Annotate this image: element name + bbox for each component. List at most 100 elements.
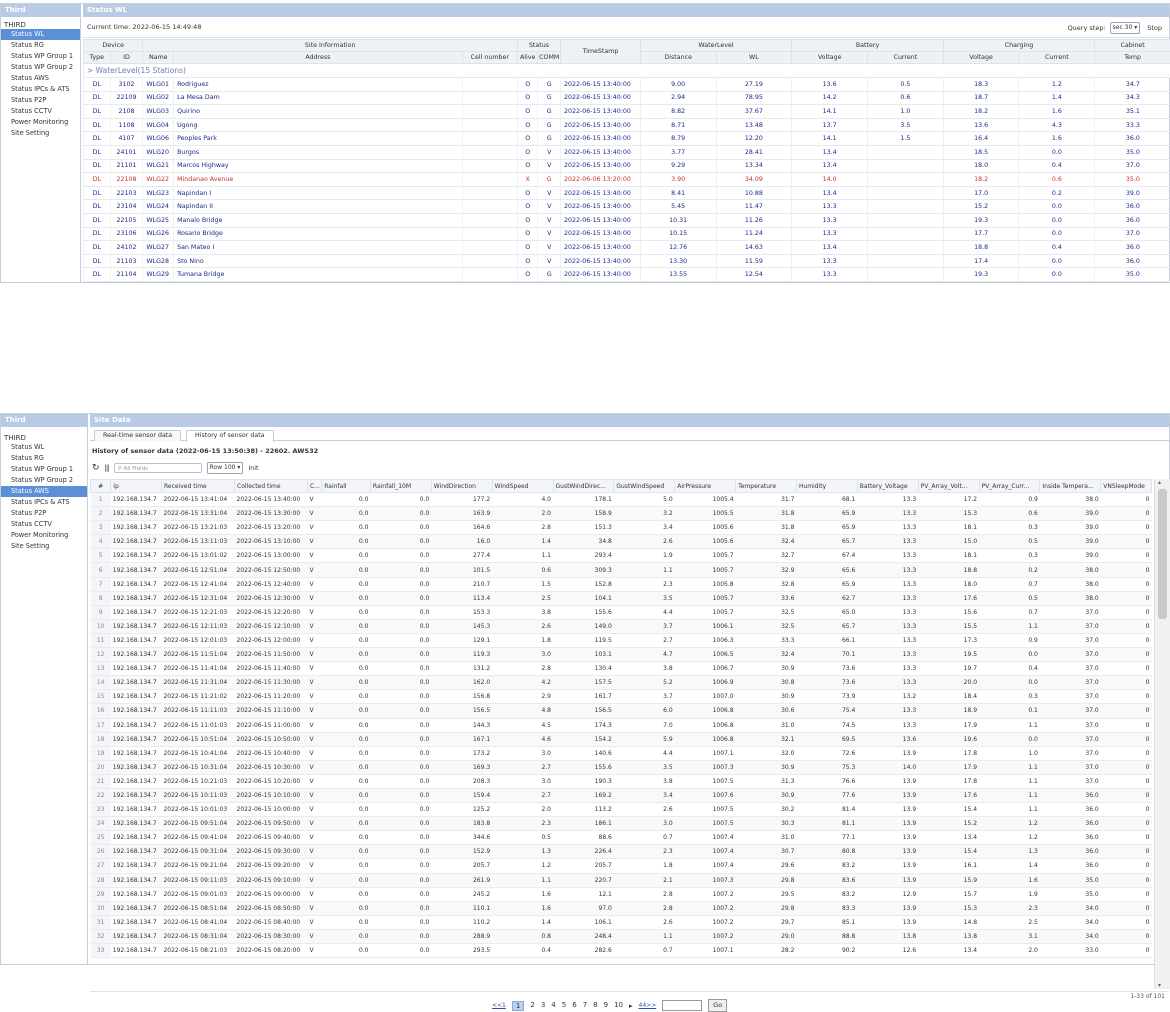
scroll-up-icon[interactable]: ▴ xyxy=(1158,479,1161,486)
column-header[interactable]: ip xyxy=(111,480,162,493)
table-row[interactable]: DL21101WLG21Marcos HighwayOV2022-06-15 1… xyxy=(84,159,1170,173)
table-row[interactable]: 9192.168.134.72022-06-15 12:21:032022-06… xyxy=(91,605,1152,619)
table-row[interactable]: 6192.168.134.72022-06-15 12:51:042022-06… xyxy=(91,563,1152,577)
table-row[interactable]: 23192.168.134.72022-06-15 10:01:032022-0… xyxy=(91,803,1152,817)
sidebar-item-status-cctv[interactable]: Status CCTV xyxy=(1,519,87,530)
column-header[interactable]: # xyxy=(91,480,111,493)
column-header[interactable]: PV_Array_Volt... xyxy=(918,480,979,493)
pager-next[interactable]: ▸ xyxy=(629,1002,633,1010)
column-header[interactable]: Received time xyxy=(161,480,234,493)
page-1[interactable]: 1 xyxy=(512,1001,524,1011)
tab-history[interactable]: History of sensor data xyxy=(186,430,274,442)
table-row[interactable]: 11192.168.134.72022-06-15 12:01:032022-0… xyxy=(91,633,1152,647)
page-8[interactable]: 8 xyxy=(593,1001,597,1011)
table-row[interactable]: 15192.168.134.72022-06-15 11:21:022022-0… xyxy=(91,690,1152,704)
column-header[interactable]: Humidity xyxy=(796,480,857,493)
table-row[interactable]: 13192.168.134.72022-06-15 11:41:042022-0… xyxy=(91,662,1152,676)
table-row[interactable]: 27192.168.134.72022-06-15 09:21:042022-0… xyxy=(91,859,1152,873)
column-header[interactable]: Inside Tempera... xyxy=(1040,480,1101,493)
table-row[interactable]: 28192.168.134.72022-06-15 09:11:032022-0… xyxy=(91,873,1152,887)
table-row[interactable]: DL2108WLG03QuirinoOG2022-06-15 13:40:008… xyxy=(84,105,1170,119)
sidebar-item-status-wl[interactable]: Status WL xyxy=(1,442,87,453)
stop-button[interactable]: Stop xyxy=(1144,24,1165,32)
column-header[interactable]: AirPressure xyxy=(675,480,736,493)
column-header[interactable]: C... xyxy=(308,480,322,493)
sidebar-item-status-ipcs-ats[interactable]: Status IPCs & ATS xyxy=(1,84,80,95)
table-row[interactable]: 31192.168.134.72022-06-15 08:41:042022-0… xyxy=(91,915,1152,929)
sidebar-root[interactable]: THIRD xyxy=(1,17,80,29)
column-header[interactable]: Rainfall xyxy=(322,480,371,493)
table-row[interactable]: 30192.168.134.72022-06-15 08:51:042022-0… xyxy=(91,901,1152,915)
table-row[interactable]: 5192.168.134.72022-06-15 13:01:022022-06… xyxy=(91,549,1152,563)
page-2[interactable]: 2 xyxy=(530,1001,534,1011)
table-row[interactable]: 2192.168.134.72022-06-15 13:31:042022-06… xyxy=(91,507,1152,521)
page-9[interactable]: 9 xyxy=(604,1001,608,1011)
page-6[interactable]: 6 xyxy=(572,1001,576,1011)
sidebar-item-status-aws[interactable]: Status AWS xyxy=(1,73,80,84)
column-header[interactable]: Temperature xyxy=(736,480,797,493)
page-5[interactable]: 5 xyxy=(562,1001,566,1011)
sidebar-item-status-wp-group-1[interactable]: Status WP Group 1 xyxy=(1,464,87,475)
table-row[interactable]: DL21103WLG28Sto NinoOV2022-06-15 13:40:0… xyxy=(84,254,1170,268)
page-10[interactable]: 10 xyxy=(614,1001,623,1011)
group-row[interactable]: > WaterLevel(15 Stations) xyxy=(84,64,1170,78)
table-row[interactable]: DL24102WLG27San Mateo IOV2022-06-15 13:4… xyxy=(84,241,1170,255)
column-header[interactable]: GustWindDirec... xyxy=(553,480,614,493)
table-row[interactable]: DL22105WLG25Manalo BridgeOV2022-06-15 13… xyxy=(84,213,1170,227)
sidebar-item-status-wl[interactable]: Status WL xyxy=(1,29,80,40)
sidebar-item-site-setting[interactable]: Site Setting xyxy=(1,128,80,139)
sidebar-item-power-monitoring[interactable]: Power Monitoring xyxy=(1,117,80,128)
scroll-down-icon[interactable]: ▾ xyxy=(1158,982,1161,989)
sidebar-root[interactable]: THIRD xyxy=(1,427,87,442)
table-row[interactable]: 20192.168.134.72022-06-15 10:31:042022-0… xyxy=(91,760,1152,774)
table-row[interactable]: 16192.168.134.72022-06-15 11:11:032022-0… xyxy=(91,704,1152,718)
table-row[interactable]: 32192.168.134.72022-06-15 08:31:042022-0… xyxy=(91,929,1152,943)
sidebar-item-status-aws[interactable]: Status AWS xyxy=(1,486,87,497)
table-row[interactable]: 7192.168.134.72022-06-15 12:41:042022-06… xyxy=(91,577,1152,591)
column-header[interactable]: WindDirection xyxy=(431,480,492,493)
sidebar-item-status-wp-group-1[interactable]: Status WP Group 1 xyxy=(1,51,80,62)
table-row[interactable]: 14192.168.134.72022-06-15 11:31:042022-0… xyxy=(91,676,1152,690)
row-size-select[interactable]: Row 100 ▾ xyxy=(207,462,244,474)
column-header[interactable]: Rainfall_10M xyxy=(370,480,431,493)
table-row[interactable]: DL22108WLG22Mindanao AvenueXG2022-06-06 … xyxy=(84,173,1170,187)
column-header[interactable]: VNSleepMode xyxy=(1101,480,1152,493)
table-row[interactable]: 21192.168.134.72022-06-15 10:21:032022-0… xyxy=(91,774,1152,788)
table-row[interactable]: DL4107WLG06Peoples ParkOG2022-06-15 13:4… xyxy=(84,132,1170,146)
table-row[interactable]: 17192.168.134.72022-06-15 11:01:032022-0… xyxy=(91,718,1152,732)
table-row[interactable]: DL3102WLG01RodriguezOG2022-06-15 13:40:0… xyxy=(84,78,1170,92)
sidebar-item-site-setting[interactable]: Site Setting xyxy=(1,541,87,552)
sidebar-item-power-monitoring[interactable]: Power Monitoring xyxy=(1,530,87,541)
tab-realtime[interactable]: Real-time sensor data xyxy=(94,430,181,441)
table-row[interactable]: 12192.168.134.72022-06-15 11:51:042022-0… xyxy=(91,648,1152,662)
columns-icon[interactable]: ||| xyxy=(105,464,109,472)
page-input[interactable] xyxy=(662,1000,702,1011)
table-row[interactable]: DL1108WLG04UgongOG2022-06-15 13:40:008.7… xyxy=(84,118,1170,132)
table-row[interactable]: 18192.168.134.72022-06-15 10:51:042022-0… xyxy=(91,732,1152,746)
table-row[interactable]: DL22103WLG23Napindan IOV2022-06-15 13:40… xyxy=(84,186,1170,200)
column-header[interactable]: Collected time xyxy=(235,480,308,493)
sidebar-item-status-rg[interactable]: Status RG xyxy=(1,40,80,51)
table-row[interactable]: DL21104WLG29Tumana BridgeOG2022-06-15 13… xyxy=(84,268,1170,282)
init-button[interactable]: Init xyxy=(248,465,258,472)
column-header[interactable]: Battery_Voltage xyxy=(857,480,918,493)
table-row[interactable]: 24192.168.134.72022-06-15 09:51:042022-0… xyxy=(91,817,1152,831)
page-3[interactable]: 3 xyxy=(541,1001,545,1011)
table-row[interactable]: 26192.168.134.72022-06-15 09:31:042022-0… xyxy=(91,845,1152,859)
table-row[interactable]: 25192.168.134.72022-06-15 09:41:042022-0… xyxy=(91,831,1152,845)
column-header[interactable]: WindSpeed xyxy=(492,480,553,493)
table-row[interactable]: DL24101WLG20BurgosOV2022-06-15 13:40:003… xyxy=(84,145,1170,159)
sidebar-item-status-wp-group-2[interactable]: Status WP Group 2 xyxy=(1,475,87,486)
sidebar-item-status-p2p[interactable]: Status P2P xyxy=(1,508,87,519)
table-row[interactable]: DL23106WLG26Rosario BridgeOV2022-06-15 1… xyxy=(84,227,1170,241)
table-row[interactable]: 19192.168.134.72022-06-15 10:41:042022-0… xyxy=(91,746,1152,760)
scroll-thumb[interactable] xyxy=(1158,489,1167,619)
table-row[interactable]: DL22109WLG02La Mesa DamOG2022-06-15 13:4… xyxy=(84,91,1170,105)
column-header[interactable]: GustWindSpeed xyxy=(614,480,675,493)
group-row-label[interactable]: > WaterLevel(15 Stations) xyxy=(84,64,1170,78)
table-row[interactable]: 8192.168.134.72022-06-15 12:31:042022-06… xyxy=(91,591,1152,605)
sidebar-item-status-rg[interactable]: Status RG xyxy=(1,453,87,464)
sidebar-item-status-ipcs-ats[interactable]: Status IPCs & ATS xyxy=(1,497,87,508)
search-input[interactable]: ⚲ All Fields xyxy=(114,463,202,473)
sidebar-item-status-cctv[interactable]: Status CCTV xyxy=(1,106,80,117)
